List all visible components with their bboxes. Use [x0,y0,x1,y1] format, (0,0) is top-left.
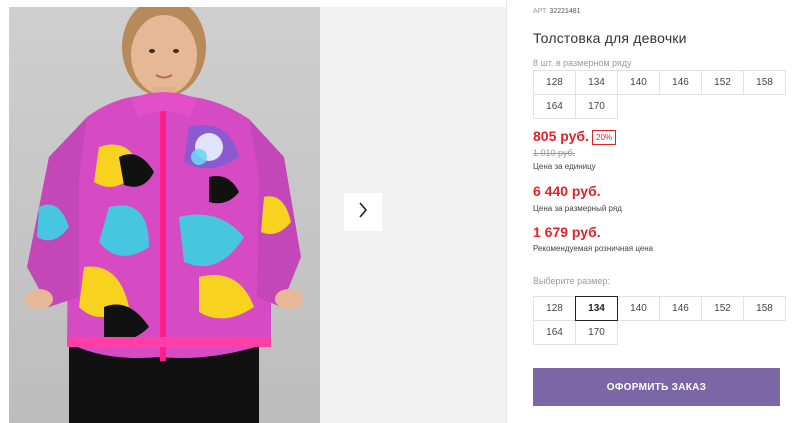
unit-price-label: Цена за единицу [533,162,596,171]
article-number: АРТ. 32221481 [533,8,581,15]
choose-size-label: Выберите размер: [533,276,610,286]
size-row-cell: 140 [617,70,660,95]
size-option-158[interactable]: 158 [743,296,786,321]
size-row-cell: 170 [575,94,618,119]
size-option-146[interactable]: 146 [659,296,702,321]
size-row-grid: 128 134 140 146 152 158 164 170 [533,70,786,119]
size-row-note: 8 шт. в размерном ряду [533,58,632,68]
size-row-cell: 128 [533,70,576,95]
size-option-128[interactable]: 128 [533,296,576,321]
size-row-cell: 134 [575,70,618,95]
unit-price: 805 руб. [533,128,589,144]
product-title: Толстовка для девочки [533,30,687,46]
size-row-cell: 164 [533,94,576,119]
retail-price: 1 679 руб. [533,224,601,240]
size-option-170[interactable]: 170 [575,320,618,345]
chevron-right-icon [358,201,368,223]
size-option-152[interactable]: 152 [701,296,744,321]
series-price-label: Цена за размерный ряд [533,204,622,213]
size-row-cell: 158 [743,70,786,95]
next-image-button[interactable] [344,193,382,231]
size-option-140[interactable]: 140 [617,296,660,321]
retail-price-label: Рекомендуемая розничная цена [533,244,654,253]
size-row-cell: 152 [701,70,744,95]
discount-badge: 20% [592,130,617,145]
size-row-cell: 146 [659,70,702,95]
size-option-134[interactable]: 134 [575,296,618,321]
place-order-button[interactable]: ОФОРМИТЬ ЗАКАЗ [533,368,780,406]
size-option-164[interactable]: 164 [533,320,576,345]
product-photo[interactable] [9,7,320,423]
product-gallery [0,0,507,423]
series-price: 6 440 руб. [533,183,601,199]
size-selector: 128 134 140 146 152 158 164 170 [533,296,786,345]
old-price: 1 010 руб. [533,148,576,158]
